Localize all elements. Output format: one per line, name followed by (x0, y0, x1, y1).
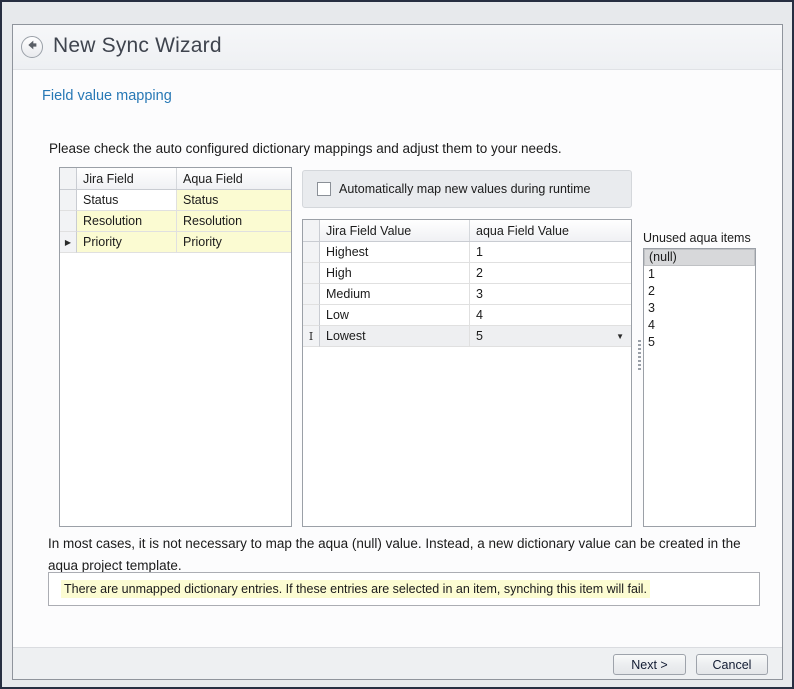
table-row: Medium 3 (303, 284, 631, 305)
list-item[interactable]: 4 (644, 317, 755, 334)
dialog-footer: Next > Cancel (13, 647, 782, 679)
wizard-window: New Sync Wizard Field value mapping Plea… (0, 0, 794, 689)
list-item[interactable]: 2 (644, 283, 755, 300)
list-item[interactable]: 5 (644, 334, 755, 351)
runtime-checkbox[interactable] (317, 182, 331, 196)
unused-items-label: Unused aqua items (643, 231, 751, 245)
field-cell-jira[interactable]: Resolution (77, 211, 177, 232)
list-item[interactable]: 1 (644, 266, 755, 283)
wizard-dialog: New Sync Wizard Field value mapping Plea… (12, 24, 783, 680)
warning-text: There are unmapped dictionary entries. I… (61, 580, 650, 598)
value-mapping-table: Jira Field Value aqua Field Value Highes… (302, 219, 632, 527)
table-row: Status Status (60, 190, 291, 211)
list-item[interactable]: 3 (644, 300, 755, 317)
value-table-corner-cell (303, 220, 320, 241)
row-header-cell[interactable] (303, 242, 320, 263)
value-cell-jira[interactable]: Highest (320, 242, 470, 263)
table-row: High 2 (303, 263, 631, 284)
field-table-header-row: Jira Field Aqua Field (60, 168, 291, 190)
dropdown-arrow-icon[interactable]: ▼ (616, 332, 624, 341)
back-arrow-icon (25, 38, 39, 57)
field-mapping-table: Jira Field Aqua Field Status Status Reso… (59, 167, 292, 527)
value-cell-jira[interactable]: High (320, 263, 470, 284)
value-cell-aqua-text: 5 (476, 329, 483, 343)
window-title: New Sync Wizard (53, 34, 222, 58)
unused-items-list: (null) 1 2 3 4 5 (643, 248, 756, 527)
hint-text: In most cases, it is not necessary to ma… (48, 533, 764, 576)
value-cell-jira[interactable]: Low (320, 305, 470, 326)
table-row: Resolution Resolution (60, 211, 291, 232)
field-table-header-aqua[interactable]: Aqua Field (177, 168, 291, 189)
value-cell-aqua[interactable]: 3 (470, 284, 631, 305)
instruction-text: Please check the auto configured diction… (49, 141, 562, 156)
table-row: Highest 1 (303, 242, 631, 263)
splitter-grip[interactable] (638, 340, 641, 372)
field-cell-aqua[interactable]: Priority (177, 232, 291, 253)
value-table-header-row: Jira Field Value aqua Field Value (303, 220, 631, 242)
dialog-header: New Sync Wizard (13, 25, 782, 70)
value-cell-aqua[interactable]: 1 (470, 242, 631, 263)
row-header-cell[interactable] (303, 284, 320, 305)
runtime-checkbox-label[interactable]: Automatically map new values during runt… (339, 182, 591, 196)
table-row-selected: I Lowest 5 ▼ (303, 326, 631, 347)
runtime-checkbox-group: Automatically map new values during runt… (302, 170, 632, 208)
field-cell-jira[interactable]: Priority (77, 232, 177, 253)
page-title: Field value mapping (42, 88, 172, 104)
row-selector-icon: ▶ (65, 238, 71, 247)
row-header-cell[interactable] (303, 305, 320, 326)
value-cell-aqua[interactable]: 2 (470, 263, 631, 284)
table-row: Low 4 (303, 305, 631, 326)
back-button[interactable] (21, 36, 43, 58)
value-cell-aqua-editor[interactable]: 5 ▼ (470, 326, 631, 347)
value-table-header-jira[interactable]: Jira Field Value (320, 220, 470, 241)
cancel-button[interactable]: Cancel (696, 654, 768, 675)
field-cell-aqua[interactable]: Resolution (177, 211, 291, 232)
field-table-header-jira[interactable]: Jira Field (77, 168, 177, 189)
row-header-cell[interactable] (60, 190, 77, 211)
next-button[interactable]: Next > (613, 654, 686, 675)
value-cell-aqua[interactable]: 4 (470, 305, 631, 326)
field-table-corner-cell (60, 168, 77, 189)
value-cell-jira[interactable]: Lowest (320, 326, 470, 347)
value-cell-jira[interactable]: Medium (320, 284, 470, 305)
field-cell-jira[interactable]: Status (77, 190, 177, 211)
warning-box: There are unmapped dictionary entries. I… (48, 572, 760, 606)
row-header-cell[interactable] (60, 211, 77, 232)
row-header-cell[interactable] (303, 263, 320, 284)
list-item[interactable]: (null) (644, 249, 755, 266)
row-header-cell[interactable]: ▶ (60, 232, 77, 253)
row-header-cell[interactable]: I (303, 326, 320, 347)
table-row: ▶ Priority Priority (60, 232, 291, 253)
field-cell-aqua[interactable]: Status (177, 190, 291, 211)
edit-cursor-icon: I (309, 330, 313, 343)
value-table-header-aqua[interactable]: aqua Field Value (470, 220, 631, 241)
